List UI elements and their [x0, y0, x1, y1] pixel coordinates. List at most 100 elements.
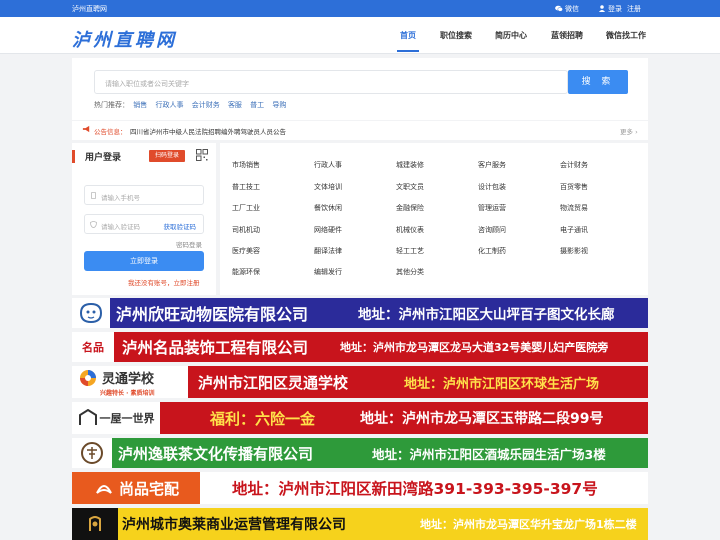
category-item[interactable]: 轻工工艺 [396, 246, 424, 256]
category-panel: 市场销售 行政人事 城建装修 客户服务 会计财务 普工技工 文体培训 文职文员 … [220, 143, 648, 295]
ad-banner[interactable]: 尚品宅配 地址：泸州市江阳区新田湾路391-393-395-397号 [72, 472, 648, 504]
hot-keyword[interactable]: 会计财务 [192, 101, 220, 109]
shangpin-logo-icon [96, 485, 112, 494]
category-item[interactable]: 文体培训 [314, 182, 342, 192]
ad-address: 地址：泸州市江阳区酒城乐园生活广场3楼 [372, 446, 606, 462]
search-button[interactable]: 搜 索 [568, 70, 628, 94]
nav-bluecollar[interactable]: 蓝领招聘 [551, 30, 583, 41]
nav-home[interactable]: 首页 [400, 30, 416, 41]
ad-logo-text: 尚品宅配 [118, 479, 179, 498]
ad-company-name: 泸州市江阳区灵通学校 [198, 373, 349, 392]
category-item[interactable]: 会计财务 [560, 160, 588, 170]
register-link[interactable]: 我还没有账号，立即注册 [128, 277, 200, 287]
hot-label: 热门推荐： [94, 101, 129, 109]
notice-more-link[interactable]: 更多 › [620, 126, 638, 136]
ad-company-name: 泸州城市奥莱商业运营管理有限公司 [122, 517, 346, 533]
ad-banner[interactable]: 泸州城市奥莱商业运营管理有限公司 地址：泸州市龙马潭区华升宝龙广场1栋二楼 [72, 508, 648, 540]
category-item[interactable]: 编辑发行 [314, 267, 342, 277]
category-item[interactable]: 翻译法律 [314, 246, 342, 256]
top-bar: 泸州直聘网 微信 登录 注册 [0, 0, 720, 17]
login-label: 登录 [608, 5, 622, 13]
hot-keyword[interactable]: 销售 [133, 101, 147, 109]
ad-logo: 一屋一世界 [72, 402, 160, 434]
category-item[interactable]: 市场销售 [232, 160, 260, 170]
category-item[interactable]: 百货零售 [560, 182, 588, 192]
ad-logo [72, 298, 110, 328]
category-item[interactable]: 客户服务 [478, 160, 506, 170]
site-name: 泸州直聘网 [72, 5, 107, 13]
hot-keyword[interactable]: 导购 [272, 101, 286, 109]
ad-address: 地址：泸州市龙马潭区华升宝龙广场1栋二楼 [420, 518, 637, 531]
login-button[interactable]: 立即登录 [84, 251, 204, 271]
category-item[interactable]: 餐饮休闲 [314, 203, 342, 213]
hot-keyword[interactable]: 客服 [228, 101, 242, 109]
ad-address: 地址：泸州市龙马潭区龙马大道32号美婴儿妇产医院旁 [340, 341, 609, 354]
category-item[interactable]: 医疗美容 [232, 246, 260, 256]
category-item[interactable]: 设计包装 [478, 182, 506, 192]
category-item[interactable]: 普工技工 [232, 182, 260, 192]
hot-keyword[interactable]: 行政人事 [155, 101, 183, 109]
category-item[interactable]: 物流贸易 [560, 203, 588, 213]
notice-bar: 公告信息： 四川省泸州市中级人民法院招聘编外聘驾驶员人员公告 更多 › [72, 120, 648, 136]
ad-banner[interactable]: 名品 泸州名品装饰工程有限公司 地址：泸州市龙马潭区龙马大道32号美婴儿妇产医院… [72, 332, 648, 362]
category-item[interactable]: 能源环保 [232, 267, 260, 277]
ad-address: 地址：泸州市江阳区新田湾路391-393-395-397号 [232, 480, 598, 498]
ad-banner[interactable]: 泸州逸联茶文化传播有限公司 地址：泸州市江阳区酒城乐园生活广场3楼 [72, 438, 648, 468]
ad-company-name: 泸州逸联茶文化传播有限公司 [118, 444, 314, 463]
ad-company-name: 泸州名品装饰工程有限公司 [122, 339, 309, 357]
wechat-label: 微信 [565, 5, 579, 13]
nav-resume-center[interactable]: 简历中心 [495, 30, 527, 41]
notice-text[interactable]: 四川省泸州市中级人民法院招聘编外聘驾驶员人员公告 [130, 126, 286, 136]
ad-logo-subtitle: 兴趣特长 · 素质培训 [100, 389, 155, 397]
ad-address: 地址：泸州市江阳区大山坪百子图文化长廊 [358, 307, 615, 323]
school-logo-icon [80, 369, 96, 386]
category-item[interactable]: 金融保险 [396, 203, 424, 213]
category-item[interactable]: 城建装修 [396, 160, 424, 170]
ad-logo [72, 508, 118, 540]
ad-logo: 尚品宅配 [72, 472, 200, 504]
register-link[interactable]: 注册 [627, 4, 641, 14]
nav-active-indicator [397, 50, 419, 52]
category-item[interactable]: 其他分类 [396, 267, 424, 277]
login-link[interactable]: 登录 [598, 4, 622, 14]
wechat-link[interactable]: 微信 [555, 4, 579, 14]
ad-banner[interactable]: 一屋一世界 福利：六险一金 地址：泸州市龙马潭区玉带路二段99号 [72, 402, 648, 434]
login-panel: 用户登录 扫码登录 请输入手机号 请输入验证码 获取验证码 密码登录 立即登录 … [72, 143, 216, 295]
phone-field[interactable]: 请输入手机号 [84, 185, 204, 205]
nav-wechat-jobs[interactable]: 微信找工作 [606, 30, 646, 41]
outlets-logo-icon [89, 516, 101, 531]
ad-banner[interactable]: 灵通学校 兴趣特长 · 素质培训 泸州市江阳区灵通学校 地址：泸州市江阳区环球生… [72, 366, 648, 398]
category-item[interactable]: 网络硬件 [314, 225, 342, 235]
search-input[interactable]: 请输入职位或者公司关键字 [94, 70, 568, 94]
hot-keywords: 热门推荐： 销售 行政人事 会计财务 客服 普工 导购 [94, 100, 292, 110]
category-item[interactable]: 咨询顾问 [478, 225, 506, 235]
shield-icon [90, 221, 97, 228]
ad-logo: 灵通学校 兴趣特长 · 素质培训 [72, 366, 188, 398]
get-code-button[interactable]: 获取验证码 [164, 221, 197, 231]
ad-banner[interactable]: 泸州欣旺动物医院有限公司 地址：泸州市江阳区大山坪百子图文化长廊 [72, 298, 648, 328]
category-item[interactable]: 司机机动 [232, 225, 260, 235]
password-login-link[interactable]: 密码登录 [176, 239, 202, 249]
search-panel: 请输入职位或者公司关键字 搜 索 热门推荐： 销售 行政人事 会计财务 客服 普… [72, 58, 648, 140]
category-item[interactable]: 电子通讯 [560, 225, 588, 235]
category-item[interactable]: 行政人事 [314, 160, 342, 170]
code-placeholder: 请输入验证码 [101, 223, 140, 231]
category-item[interactable]: 机械仪表 [396, 225, 424, 235]
ad-logo: 名品 [72, 332, 114, 362]
category-item[interactable]: 摄影影视 [560, 246, 588, 256]
user-icon [598, 5, 606, 12]
hot-keyword[interactable]: 普工 [250, 101, 264, 109]
category-item[interactable]: 工厂工业 [232, 203, 260, 213]
wechat-icon [555, 5, 563, 12]
nav-job-search[interactable]: 职位搜索 [440, 30, 472, 41]
qrcode-icon[interactable] [196, 149, 208, 161]
code-field[interactable]: 请输入验证码 获取验证码 [84, 214, 204, 234]
category-item[interactable]: 文职文员 [396, 182, 424, 192]
ad-address: 地址：泸州市江阳区环球生活广场 [404, 376, 600, 392]
site-logo[interactable]: 泸州直聘网 [72, 26, 177, 52]
category-item[interactable]: 管理运营 [478, 203, 506, 213]
ad-logo-text: 一屋一世界 [99, 412, 155, 425]
category-item[interactable]: 化工制药 [478, 246, 506, 256]
scan-login-button[interactable]: 扫码登录 [149, 150, 185, 162]
tea-logo-icon [81, 442, 103, 464]
